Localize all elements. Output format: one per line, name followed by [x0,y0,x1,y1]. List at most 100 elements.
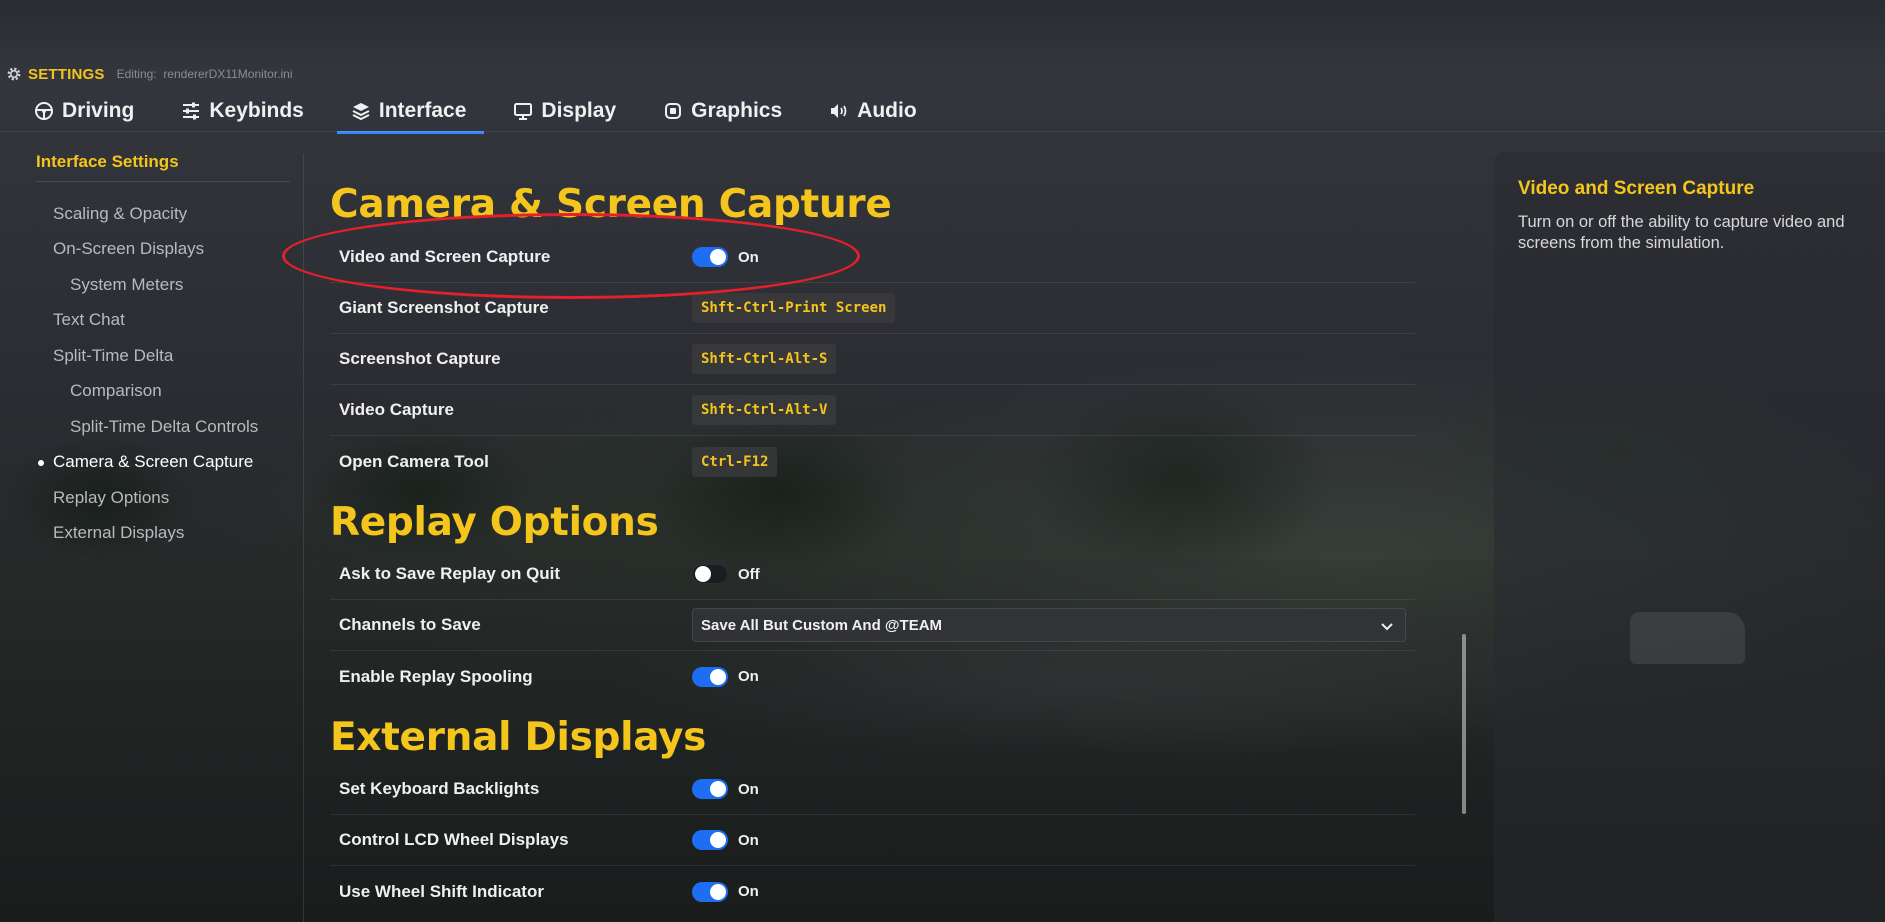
screenshot-keybind[interactable]: Shft-Ctrl-Alt-S [692,344,837,374]
sidebar-item-replay-options[interactable]: Replay Options [0,480,300,516]
setting-row-video-capture: Video Capture Shft-Ctrl-Alt-V [330,385,1415,436]
sidebar-item-scaling-opacity[interactable]: Scaling & Opacity [0,196,300,232]
keybind-control: Shft-Ctrl-Alt-V [692,395,837,425]
toggle-control: On [692,881,759,902]
sidebar-item-label: Camera & Screen Capture [53,452,254,472]
setting-label: Control LCD Wheel Displays [339,830,569,849]
toggle-control: Off [692,564,760,584]
tab-label: Display [541,99,617,122]
tab-display[interactable]: Display [513,92,616,130]
gear-icon [6,66,22,82]
toggle-control: On [692,779,759,799]
open-camera-tool-keybind[interactable]: Ctrl-F12 [692,446,778,477]
current-bullet [38,459,44,466]
sidebar-item-label: System Meters [70,274,184,294]
sidebar-item-on-screen-displays[interactable]: On-Screen Displays [0,232,300,268]
settings-content: Camera & Screen Capture Video and Screen… [330,170,1415,917]
setting-label: Enable Replay Spooling [339,666,533,686]
keybind-control: Shft-Ctrl-Alt-S [692,344,837,374]
toggle-state: Off [738,565,760,583]
settings-header: SETTINGS Editing: rendererDX11Monitor.in… [6,64,293,84]
info-description: Turn on or off the ability to capture vi… [1518,213,1845,252]
toggle-state: On [738,831,759,849]
sidebar-item-system-meters[interactable]: System Meters [0,267,300,303]
toggle-control: On [692,247,759,267]
setting-label: Giant Screenshot Capture [339,298,549,317]
lcd-wheel-displays-toggle[interactable] [692,830,728,850]
chip-icon [663,101,683,121]
channels-to-save-dropdown[interactable]: Save All But Custom And @TEAM [692,608,1406,642]
toggle-state: On [738,248,759,266]
sidebar-item-external-displays[interactable]: External Displays [0,516,300,552]
setting-row-video-screen-capture: Video and Screen Capture On [330,232,1415,283]
section-title-replay: Replay Options [330,500,659,545]
steering-wheel-icon [34,101,54,121]
tab-graphics[interactable]: Graphics [663,92,782,130]
sidebar-item-split-time-delta[interactable]: Split-Time Delta [0,338,300,374]
divider [36,181,290,182]
keybind-control: Ctrl-F12 [692,446,778,477]
section-title-camera: Camera & Screen Capture [330,182,892,227]
editing-label: Editing: rendererDX11Monitor.ini [117,67,293,81]
sidebar-item-split-time-delta-controls[interactable]: Split-Time Delta Controls [0,409,300,445]
tab-keybinds[interactable]: Keybinds [181,92,304,130]
tab-divider [0,131,1885,132]
monitor-icon [513,101,533,121]
layers-icon [351,101,371,121]
toggle-knob [710,781,726,797]
settings-title: SETTINGS [28,65,105,83]
setting-label: Set Keyboard Backlights [339,779,540,798]
setting-row-replay-spooling: Enable Replay Spooling On [330,651,1415,702]
giant-screenshot-keybind[interactable]: Shft-Ctrl-Print Screen [692,293,896,323]
sidebar-item-label: On-Screen Displays [53,239,205,259]
sidebar-item-text-chat[interactable]: Text Chat [0,303,300,339]
video-capture-keybind[interactable]: Shft-Ctrl-Alt-V [692,395,837,425]
tab-label: Keybinds [209,99,304,122]
replay-spooling-toggle[interactable] [692,666,728,687]
video-screen-capture-toggle[interactable] [692,247,728,267]
setting-row-giant-screenshot: Giant Screenshot Capture Shft-Ctrl-Print… [330,283,1415,334]
sidebar-item-label: Text Chat [53,310,125,330]
dropdown-value: Save All But Custom And @TEAM [701,616,943,634]
toggle-knob [710,668,726,685]
setting-label: Screenshot Capture [339,349,501,368]
tab-label: Graphics [691,99,783,122]
scrollbar[interactable] [1462,634,1466,814]
speaker-icon [829,101,849,121]
sidebar-item-label: Split-Time Delta [53,345,174,365]
ask-save-replay-toggle[interactable] [692,564,728,584]
setting-row-keyboard-backlights: Set Keyboard Backlights On [330,764,1415,815]
setting-label: Use Wheel Shift Indicator [339,881,544,901]
chevron-down-icon [1381,623,1393,631]
sidebar-item-label: Scaling & Opacity [53,203,188,223]
sidebar: Interface Settings Scaling & Opacity On-… [0,140,305,922]
setting-label: Video and Screen Capture [339,247,551,266]
sidebar-heading: Interface Settings [36,152,179,171]
section-title-external: External Displays [330,715,707,760]
toggle-knob [710,883,726,900]
sidebar-item-comparison[interactable]: Comparison [0,374,300,410]
info-panel: Video and Screen Capture Turn on or off … [1494,152,1885,922]
toggle-control: On [692,666,759,687]
editing-file: rendererDX11Monitor.ini [163,67,293,81]
dropdown-control: Save All But Custom And @TEAM [692,608,1406,642]
toggle-knob [695,566,711,582]
sidebar-item-camera-screen-capture[interactable]: Camera & Screen Capture [0,445,300,481]
tab-bar: Driving Keybinds Interface Display Graph… [0,92,1885,134]
setting-row-ask-save-replay: Ask to Save Replay on Quit Off [330,549,1415,600]
setting-row-wheel-shift-indicator: Use Wheel Shift Indicator On [330,866,1415,917]
tab-audio[interactable]: Audio [829,92,917,130]
keyboard-backlights-toggle[interactable] [692,779,728,799]
tab-label: Driving [62,99,135,122]
setting-label: Video Capture [339,400,454,419]
keybind-control: Shft-Ctrl-Print Screen [692,293,896,323]
wheel-shift-indicator-toggle[interactable] [692,881,728,902]
setting-row-channels-to-save: Channels to Save Save All But Custom And… [330,600,1415,651]
tab-driving[interactable]: Driving [34,92,134,130]
tab-label: Audio [857,99,917,122]
setting-row-screenshot: Screenshot Capture Shft-Ctrl-Alt-S [330,334,1415,385]
setting-row-open-camera-tool: Open Camera Tool Ctrl-F12 [330,436,1415,487]
sidebar-nav: Scaling & Opacity On-Screen Displays Sys… [0,196,300,551]
toggle-control: On [692,830,759,850]
tab-interface[interactable]: Interface [336,92,484,134]
